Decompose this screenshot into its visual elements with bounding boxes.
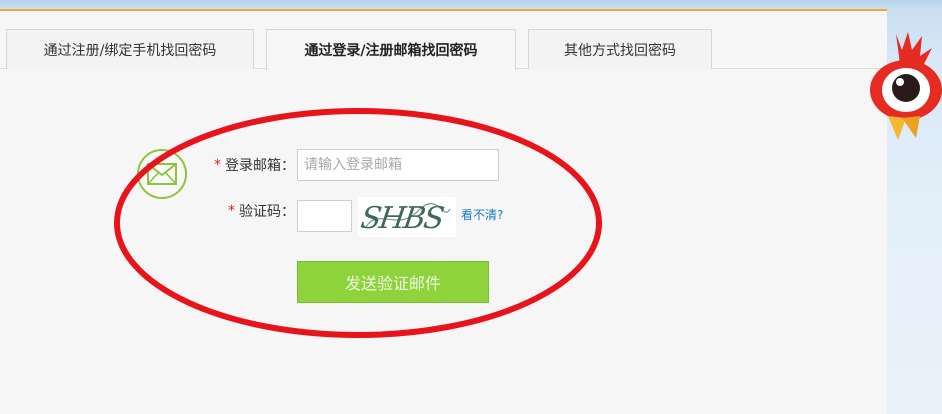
captcha-image[interactable]: SHBS xyxy=(358,197,456,237)
send-verification-email-button[interactable]: 发送验证邮件 xyxy=(297,261,489,303)
weibo-mascot-icon xyxy=(870,32,942,140)
email-input[interactable] xyxy=(297,149,499,181)
envelope-icon xyxy=(137,149,187,199)
required-mark: * xyxy=(214,157,221,173)
refresh-captcha-link[interactable]: 看不清? xyxy=(461,206,503,223)
code-label-text: 验证码： xyxy=(239,204,295,220)
tab-label: 通过登录/注册邮箱找回密码 xyxy=(304,43,478,59)
code-label: * 验证码： xyxy=(228,195,295,227)
required-mark: * xyxy=(228,203,235,219)
tab-other-recovery[interactable]: 其他方式找回密码 xyxy=(528,29,712,69)
tab-phone-recovery[interactable]: 通过注册/绑定手机找回密码 xyxy=(6,29,254,69)
tab-label: 通过注册/绑定手机找回密码 xyxy=(43,42,217,59)
email-label: * 登录邮箱： xyxy=(214,149,295,181)
captcha-input[interactable] xyxy=(297,200,352,232)
tab-label: 其他方式找回密码 xyxy=(564,42,676,59)
captcha-text: SHBS xyxy=(359,201,447,236)
tab-email-recovery[interactable]: 通过登录/注册邮箱找回密码 xyxy=(266,29,516,70)
email-label-text: 登录邮箱： xyxy=(225,158,295,174)
